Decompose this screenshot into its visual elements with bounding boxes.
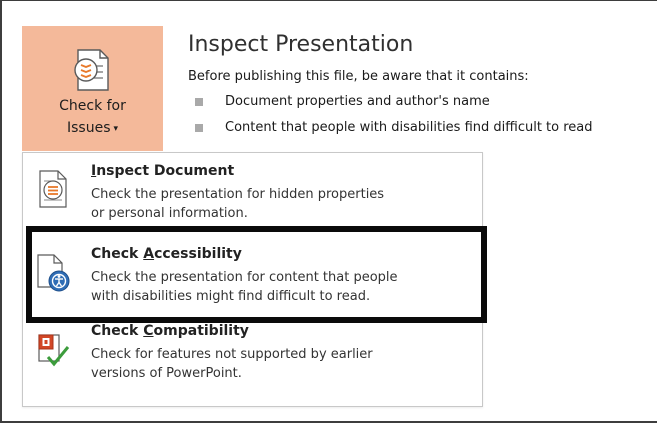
check-for-issues-icon — [74, 49, 109, 91]
menu-item-description: Check for features not supported by earl… — [91, 347, 373, 362]
bullet-square-icon — [195, 124, 203, 132]
check-for-issues-button[interactable]: Check for Issues ▾ — [22, 26, 163, 151]
check-for-issues-label-line1: Check for — [59, 98, 126, 114]
inspect-document-icon — [39, 170, 67, 208]
menu-item-description: Check the presentation for hidden proper… — [91, 187, 385, 202]
menu-item-title: Check Compatibility — [91, 323, 249, 339]
menu-item-description: or personal information. — [91, 206, 248, 221]
menu-item-title: Inspect Document — [91, 163, 235, 179]
menu-item-check-compatibility[interactable]: Check Compatibility Check for features n… — [23, 323, 484, 401]
highlight-box — [26, 226, 487, 323]
inspect-presentation-title: Inspect Presentation — [188, 32, 414, 57]
menu-item-inspect-document[interactable]: Inspect Document Check the presentation … — [23, 159, 484, 233]
chevron-down-icon: ▾ — [113, 124, 119, 134]
menu-item-description: versions of PowerPoint. — [91, 366, 242, 381]
check-for-issues-label-line2: Issues ▾ — [66, 120, 119, 136]
bullet-square-icon — [195, 98, 203, 106]
compatibility-icon — [38, 334, 70, 367]
inspect-presentation-subtitle: Before publishing this file, be aware th… — [188, 69, 529, 84]
